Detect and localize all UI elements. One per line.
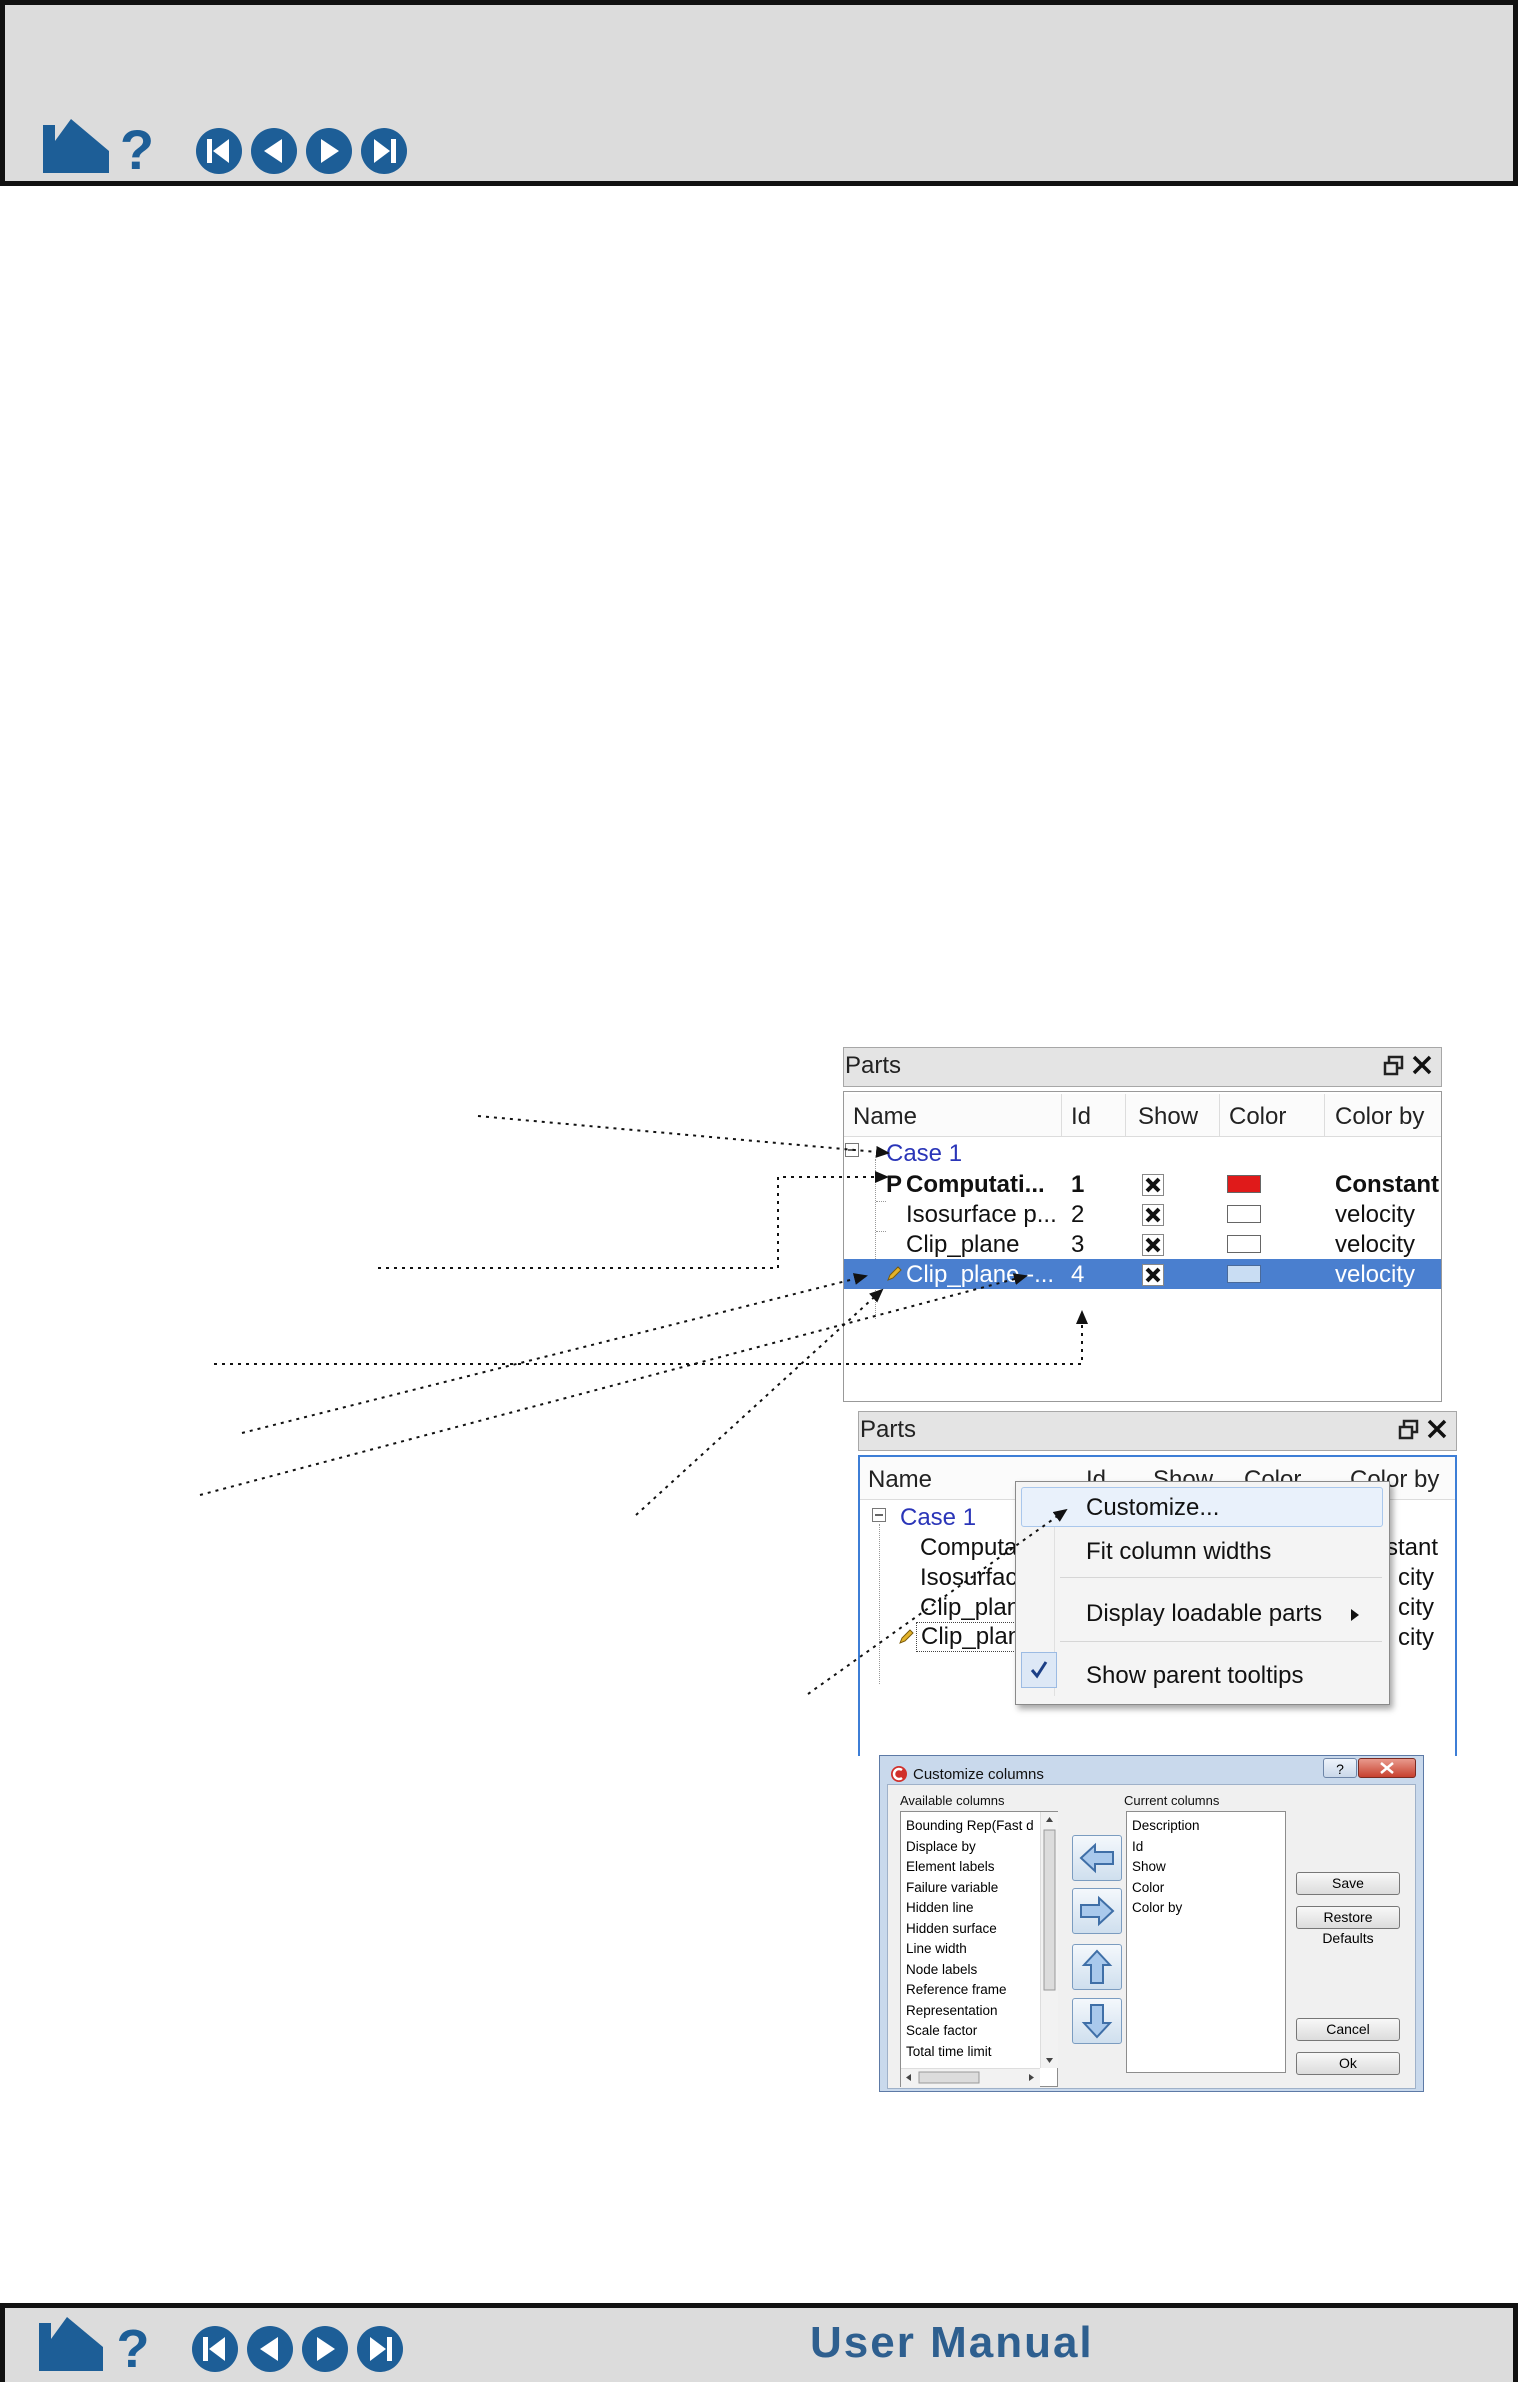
callout-selected — [199, 1273, 1028, 1496]
callout-tree — [635, 1288, 884, 1516]
callout-customize — [807, 1508, 1068, 1695]
prev-page-icon[interactable] — [247, 2326, 293, 2372]
nav-toolbar: ? — [37, 2313, 417, 2382]
footer-title: User Manual — [810, 2318, 1094, 2367]
callout-lines — [199, 1115, 1088, 1695]
callout-parent-part — [378, 1171, 889, 1269]
footer-bar: ? — [0, 2303, 1518, 2382]
callout-case — [477, 1115, 890, 1158]
callout-pencil — [241, 1273, 868, 1434]
next-page-icon[interactable] — [302, 2326, 348, 2372]
svg-text:?: ? — [117, 2319, 150, 2377]
help-icon[interactable]: ? — [117, 2319, 150, 2379]
home-icon[interactable] — [39, 2317, 103, 2371]
callout-id — [214, 1310, 1088, 1365]
last-page-icon[interactable] — [357, 2326, 403, 2372]
first-page-icon[interactable] — [192, 2326, 238, 2372]
